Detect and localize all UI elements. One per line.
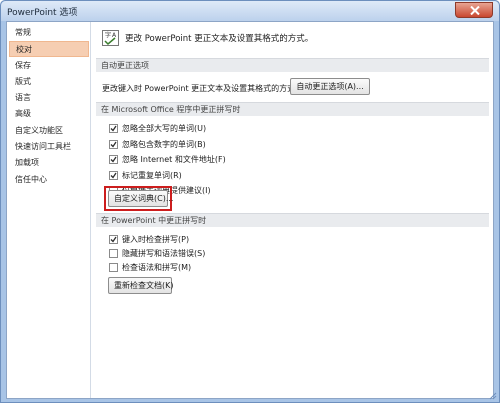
close-icon — [470, 6, 480, 15]
nav-item-quick-access-toolbar[interactable]: 快速访问工具栏 — [9, 139, 89, 155]
checkbox-label: 忽略包含数字的单词(B) — [122, 140, 206, 149]
section-autocorrect: 自动更正选项 — [96, 58, 489, 72]
nav-item-language[interactable]: 语言 — [9, 90, 89, 106]
checkmark-icon — [110, 141, 117, 148]
checkbox-label: 隐藏拼写和语法错误(S) — [122, 249, 206, 258]
section-office-spelling: 在 Microsoft Office 程序中更正拼写时 — [96, 102, 489, 116]
svg-text:字: 字 — [105, 31, 111, 39]
nav-item-general[interactable]: 常规 — [9, 25, 89, 41]
title-bar[interactable]: PowerPoint 选项 — [1, 1, 499, 21]
options-dialog: PowerPoint 选项 常规 校对 保存 版式 语言 高级 自定义功能区 快… — [0, 0, 500, 403]
checkbox-label: 键入时检查拼写(P) — [122, 235, 190, 244]
checkmark-icon — [110, 172, 117, 179]
proofing-panel: 字 A 更改 PowerPoint 更正文本及设置其格式的方式。 自动更正选项 … — [92, 22, 493, 398]
checkbox-label: 忽略全部大写的单词(U) — [122, 124, 207, 133]
checkbox[interactable] — [109, 171, 118, 180]
nav-item-layout[interactable]: 版式 — [9, 74, 89, 90]
nav-item-advanced[interactable]: 高级 — [9, 106, 89, 122]
panel-header-text: 更改 PowerPoint 更正文本及设置其格式的方式。 — [125, 34, 314, 44]
resize-grip-icon[interactable] — [487, 390, 497, 400]
nav-item-proofing[interactable]: 校对 — [9, 41, 89, 57]
checkbox[interactable] — [109, 140, 118, 149]
close-button[interactable] — [455, 2, 493, 18]
section-powerpoint-spelling: 在 PowerPoint 中更正拼写时 — [96, 213, 489, 227]
checkbox-label: 忽略 Internet 和文件地址(F) — [122, 155, 226, 164]
checkbox[interactable] — [109, 235, 118, 244]
nav-item-save[interactable]: 保存 — [9, 58, 89, 74]
checkbox[interactable] — [109, 263, 118, 272]
autocorrect-description: 更改键入时 PowerPoint 更正文本及设置其格式的方式: — [102, 84, 298, 93]
autocorrect-options-button[interactable]: 自动更正选项(A)... — [290, 78, 370, 95]
checkbox[interactable] — [109, 249, 118, 258]
checkbox-label: 检查语法和拼写(M) — [122, 263, 192, 272]
dialog-body: 常规 校对 保存 版式 语言 高级 自定义功能区 快速访问工具栏 加载项 信任中… — [6, 21, 494, 399]
window-title: PowerPoint 选项 — [7, 8, 78, 18]
category-nav: 常规 校对 保存 版式 语言 高级 自定义功能区 快速访问工具栏 加载项 信任中… — [7, 22, 91, 398]
nav-item-trust-center[interactable]: 信任中心 — [9, 172, 89, 188]
nav-item-customize-ribbon[interactable]: 自定义功能区 — [9, 123, 89, 139]
proofing-abc-icon: 字 A — [102, 30, 119, 46]
checkmark-icon — [110, 125, 117, 132]
custom-dictionaries-button[interactable]: 自定义词典(C)... — [108, 190, 173, 207]
checkbox[interactable] — [109, 124, 118, 133]
nav-item-add-ins[interactable]: 加载项 — [9, 155, 89, 171]
checkmark-icon — [110, 156, 117, 163]
checkbox[interactable] — [109, 155, 118, 164]
checkmark-icon — [110, 236, 117, 243]
checkbox-label: 标记重复单词(R) — [122, 171, 182, 180]
recheck-document-button[interactable]: 重新检查文档(K) — [108, 277, 174, 294]
